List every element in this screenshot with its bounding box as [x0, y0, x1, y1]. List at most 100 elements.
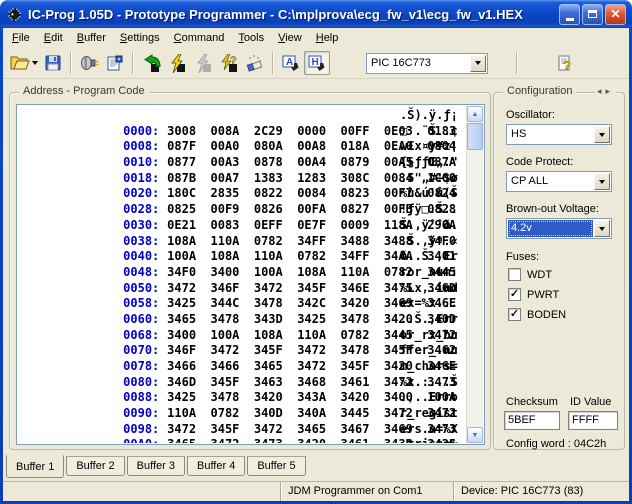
hex-row[interactable]: 0088:3425 3478 3420 343A 3420 3400 100A …	[22, 375, 466, 391]
buffer-tab[interactable]: Buffer 5	[247, 456, 305, 476]
code-protect-dropdown-icon[interactable]	[594, 173, 610, 190]
oscillator-value: HS	[508, 126, 593, 143]
buffer-tab[interactable]: Buffer 3	[127, 456, 185, 476]
caption-buttons: ✕	[559, 4, 626, 25]
titlebar[interactable]: IC-Prog 1.05D - Prototype Programmer - C…	[0, 0, 632, 28]
buffer-tab-label: Buffer 2	[76, 460, 114, 472]
scrollbar-thumb[interactable]	[467, 123, 483, 150]
hex-ascii: .Š).ÿ.ƒ¡	[400, 108, 458, 124]
hardware-settings-button[interactable]	[76, 51, 102, 75]
hex-row[interactable]: 0010:0877 00A3 0878 00A4 0879 00A5 087A …	[22, 139, 466, 155]
checkbox-icon[interactable]: ✓	[508, 288, 521, 301]
config-word-label: Config word :	[506, 438, 571, 450]
menu-item[interactable]: View	[271, 30, 309, 46]
hex-row[interactable]: 0048:34F0 3400 100A 108A 110A 0782 3445 …	[22, 249, 466, 265]
oscillator-dropdown-icon[interactable]	[594, 126, 610, 143]
hex-row[interactable]: 0070:346F 3472 345F 3472 3478 345F 3462 …	[22, 328, 466, 344]
menu-item[interactable]: Settings	[113, 30, 167, 46]
checkbox-icon[interactable]: ✓	[508, 308, 521, 321]
checkbox-icon[interactable]	[508, 268, 521, 281]
buffer-tab[interactable]: Buffer 2	[66, 456, 124, 476]
menu-item[interactable]: File	[5, 30, 37, 46]
hex-row[interactable]: 0058:3425 344C 3478 342C 3420 3469 346E …	[22, 281, 466, 297]
read-device-button[interactable]	[138, 51, 164, 75]
close-button[interactable]: ✕	[605, 4, 626, 25]
hex-row[interactable]: 0098:3472 345F 3472 3465 3467 3469 3473 …	[22, 406, 466, 422]
svg-text:?: ?	[230, 55, 237, 67]
read-chip-icon	[141, 54, 161, 73]
oscillator-select[interactable]: HS	[506, 124, 612, 145]
save-file-button[interactable]	[40, 51, 66, 75]
app-window: IC-Prog 1.05D - Prototype Programmer - C…	[0, 0, 632, 504]
hex-row[interactable]: 0078:3466 3466 3465 3472 345F 3420 346E …	[22, 343, 466, 359]
hex-row[interactable]: 0020:180C 2835 0822 0084 0823 00F7 0824 …	[22, 171, 466, 187]
code-protect-select[interactable]: CP ALL	[506, 171, 612, 192]
hex-row[interactable]: 0050:3472 346F 3472 345F 346E 3475 346D …	[22, 265, 466, 281]
hex-ascii: Š.‚ÿˆˆð.	[400, 218, 458, 234]
device-info-button[interactable]	[102, 51, 128, 75]
hex-row[interactable]: 0030:0E21 0083 0EFF 0E7F 0009 118A 290A …	[22, 202, 466, 218]
verify-chip-icon: ?	[219, 54, 239, 73]
scroll-up-icon[interactable]: ▲	[467, 106, 483, 122]
hex-row[interactable]: 00A8:342C 3474 3472 3469 3473 3461 343D …	[22, 437, 466, 443]
device-select-dropdown-icon[interactable]	[470, 55, 486, 72]
hex-row[interactable]: 0000:3008 008A 2C29 0000 00FF 0E03 0183 …	[22, 108, 466, 124]
id-value-field[interactable]: FFFF	[568, 411, 618, 430]
hex-row[interactable]: 0090:110A 0782 340D 340A 3445 3472 3472 …	[22, 390, 466, 406]
brownout-dropdown-icon[interactable]	[594, 220, 610, 237]
program-device-button[interactable]	[164, 51, 190, 75]
hex-row[interactable]: 00A0:3465 3472 3473 3420 3461 343D 3425 …	[22, 422, 466, 438]
load-buffer-h-button[interactable]: H	[304, 51, 330, 75]
fuse-row[interactable]: ✓ PWRT	[508, 288, 566, 301]
scroll-down-icon[interactable]: ▼	[467, 427, 483, 443]
program-code-group: Address - Program Code 0000:3008 008A 2C…	[9, 92, 491, 450]
hex-ascii: m_chars=	[400, 359, 458, 375]
menu-item[interactable]: Buffer	[70, 30, 113, 46]
open-folder-icon	[10, 54, 30, 72]
hex-row[interactable]: 0028:0825 00F9 0826 00FA 0827 00FB 0828 …	[22, 186, 466, 202]
hex-ascii: .Š.‚ÿª.«	[400, 234, 458, 250]
minimize-button[interactable]	[559, 4, 580, 25]
menu-item[interactable]: Help	[309, 30, 346, 46]
open-file-dropdown-icon[interactable]	[30, 51, 40, 75]
buffer-tab[interactable]: Buffer 1	[6, 455, 64, 478]
brownout-select[interactable]: 4.2v	[506, 218, 612, 239]
app-icon	[6, 6, 23, 23]
hex-row[interactable]: 0068:3400 100A 108A 110A 0782 3445 3472 …	[22, 312, 466, 328]
fuse-row[interactable]: ✓ BODEN	[508, 308, 566, 321]
program-code-list[interactable]: 0000:3008 008A 2C29 0000 00FF 0E03 0183 …	[16, 104, 485, 445]
menu-item[interactable]: Command	[167, 30, 232, 46]
hex-ascii: ..Š.‚Err	[400, 312, 458, 328]
maximize-button[interactable]	[582, 4, 603, 25]
fuse-label: PWRT	[527, 289, 559, 301]
hex-row[interactable]: 0080:346D 345F 3463 3468 3461 3472 3473 …	[22, 359, 466, 375]
hex-row[interactable]: 0008:087F 00A0 080A 00A8 018A 0EA0 0804 …	[22, 124, 466, 140]
vertical-scrollbar[interactable]: ▲ ▼	[466, 106, 483, 443]
config-next-arrow[interactable]: ▸	[605, 86, 614, 96]
buffer-tab[interactable]: Buffer 4	[187, 456, 245, 476]
checksum-field[interactable]: 5BEF	[504, 411, 560, 430]
hex-ascii: ers.a=%X	[400, 422, 458, 438]
menu-item[interactable]: Edit	[37, 30, 70, 46]
device-info-icon	[106, 54, 124, 72]
toolbar: ? A	[3, 48, 629, 79]
config-word: Config word : 04C2h	[506, 438, 606, 450]
verify-device-button[interactable]: ?	[216, 51, 242, 75]
menu-item[interactable]: Tools	[231, 30, 271, 46]
blank-check-button[interactable]	[242, 51, 268, 75]
hex-row[interactable]: 0038:108A 110A 0782 34FF 3488 3488 34F0 …	[22, 218, 466, 234]
toolbar-separator	[70, 52, 72, 74]
buffer-tab-label: Buffer 1	[16, 461, 54, 473]
buffer-tabs: Buffer 1 Buffer 2 Buffer 3 Buffer 4 Buff…	[5, 456, 306, 481]
load-buffer-a-button[interactable]: A	[278, 51, 304, 75]
hex-row[interactable]: 0060:3465 3478 343D 3425 3478 3420 340D …	[22, 296, 466, 312]
fuse-row[interactable]: WDT	[508, 268, 566, 281]
client-area: File Edit Buffer Settings Command Tools …	[3, 28, 629, 501]
erase-device-button[interactable]	[190, 51, 216, 75]
close-icon: ✕	[610, 8, 620, 20]
code-protect-label: Code Protect:	[506, 156, 573, 168]
hex-row[interactable]: 0040:100A 108A 110A 0782 34FF 34AA 3401 …	[22, 234, 466, 250]
help-button[interactable]: ?	[552, 51, 578, 75]
hex-row[interactable]: 0018:087B 00A7 1383 1283 308C 0084 1C00 …	[22, 155, 466, 171]
device-select[interactable]: PIC 16C773	[366, 53, 488, 74]
